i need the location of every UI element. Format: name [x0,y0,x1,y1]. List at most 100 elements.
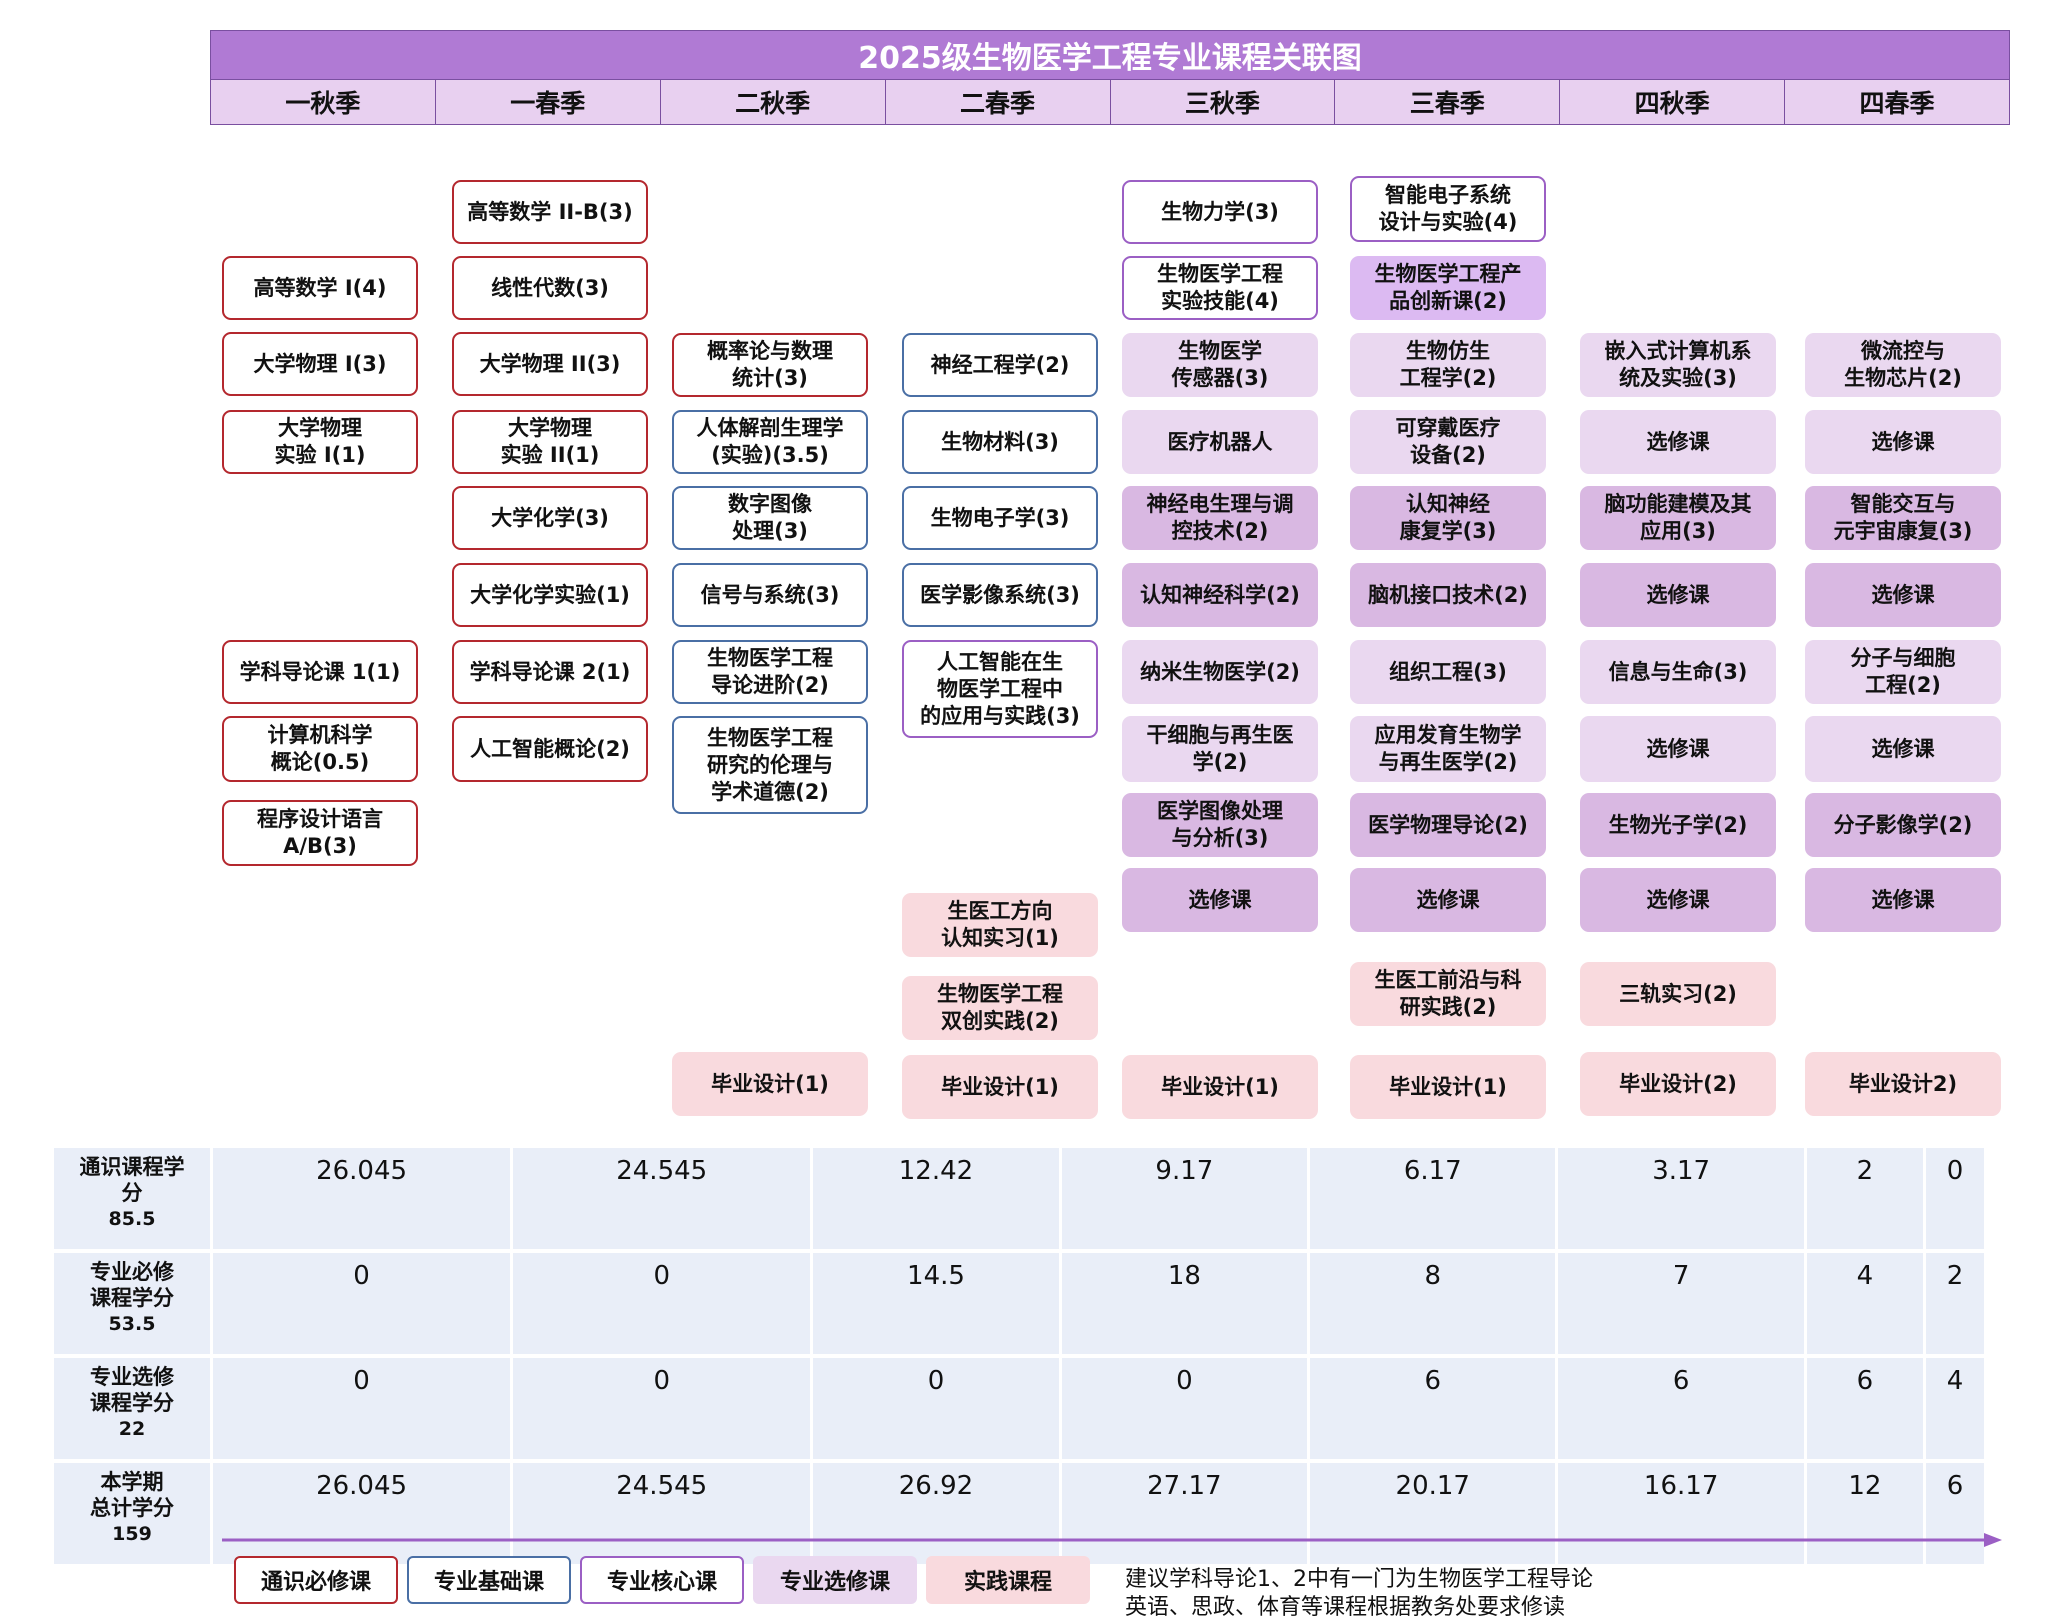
course-box: 生物医学工程 研究的伦理与 学术道德(2) [672,716,868,814]
credit-cell: 0 [1061,1358,1311,1459]
course-box: 生物光子学(2) [1580,793,1776,857]
credit-cell: 6 [1806,1358,1926,1459]
course-box: 智能电子系统 设计与实验(4) [1350,176,1546,242]
course-box: 大学物理 实验 II(1) [452,410,648,474]
course-box: 生物医学工程 双创实践(2) [902,976,1098,1040]
course-box: 毕业设计(1) [672,1052,868,1116]
credit-cell: 7 [1558,1253,1807,1354]
course-box: 人体解剖生理学 (实验)(3.5) [672,410,868,474]
credit-cell: 2 [1806,1148,1926,1249]
course-box: 纳米生物医学(2) [1122,640,1318,704]
row-total: 159 [112,1523,152,1545]
legend-general-required: 通识必修课 [234,1556,398,1604]
credit-cell: 0 [213,1253,514,1354]
course-box: 选修课 [1805,410,2001,474]
row-label: 通识课程学 分 85.5 [54,1148,213,1249]
course-box: 医学影像系统(3) [902,563,1098,627]
credit-cell: 26.045 [213,1148,514,1249]
course-box: 数字图像 处理(3) [672,486,868,550]
course-box: 选修课 [1580,716,1776,782]
row-total: 85.5 [108,1208,156,1230]
course-box: 人工智能概论(2) [452,716,648,782]
course-box: 毕业设计(1) [1350,1055,1546,1119]
course-box: 选修课 [1580,868,1776,932]
credit-cell: 3.17 [1558,1148,1807,1249]
row-label-text: 本学期 总计学分 [90,1470,174,1520]
row-total: 53.5 [108,1313,156,1335]
course-box: 生物医学工程 导论进阶(2) [672,640,868,704]
legend-major-core: 专业核心课 [580,1556,744,1604]
credit-cell: 18 [1061,1253,1311,1354]
row-total: 22 [118,1418,146,1440]
notes: 建议学科导论1、2中有一门为生物医学工程导论 英语、思政、体育等课程根据教务处要… [1125,1566,1593,1622]
course-box: 大学物理 II(3) [452,332,648,396]
course-box: 干细胞与再生医 学(2) [1122,716,1318,782]
course-box: 生物医学 传感器(3) [1122,333,1318,397]
legend-practice: 实践课程 [926,1556,1090,1604]
timeline-arrow [222,1533,2002,1547]
course-box: 毕业设计2) [1805,1052,2001,1116]
course-box: 认知神经科学(2) [1122,563,1318,627]
course-box: 线性代数(3) [452,256,648,320]
credits-table: 通识课程学 分 85.5 26.045 24.545 12.42 9.17 6.1… [54,1144,1984,1568]
course-box: 大学物理 实验 I(1) [222,410,418,474]
course-box: 生物材料(3) [902,410,1098,474]
course-box: 三轨实习(2) [1580,962,1776,1026]
credits-row-required: 专业必修 课程学分 53.5 0 0 14.5 18 8 7 4 2 [54,1253,1984,1354]
note-line: 英语、思政、体育等课程根据教务处要求修读 [1125,1595,1566,1620]
course-box: 大学化学(3) [452,486,648,550]
course-box: 生物仿生 工程学(2) [1350,333,1546,397]
credit-cell: 6.17 [1310,1148,1559,1249]
course-box: 生物医学工程 实验技能(4) [1122,256,1318,320]
legend-major-elective: 专业选修课 [753,1556,917,1604]
course-box: 选修课 [1805,868,2001,932]
course-box: 微流控与 生物芯片(2) [1805,333,2001,397]
course-box: 概率论与数理 统计(3) [672,333,868,397]
credit-cell: 0 [813,1358,1062,1459]
course-box: 学科导论课 2(1) [452,640,648,704]
credit-cell: 2 [1925,1253,1984,1354]
course-box: 大学化学实验(1) [452,563,648,627]
course-box: 毕业设计(1) [1122,1055,1318,1119]
course-box: 选修课 [1805,716,2001,782]
credit-cell: 4 [1925,1358,1984,1459]
course-box: 医学物理导论(2) [1350,793,1546,857]
course-box: 脑机接口技术(2) [1350,563,1546,627]
course-box: 计算机科学 概论(0.5) [222,716,418,782]
credit-cell: 14.5 [813,1253,1062,1354]
legend: 通识必修课 专业基础课 专业核心课 专业选修课 实践课程 [234,1556,1090,1604]
row-label: 本学期 总计学分 159 [54,1463,213,1564]
course-box: 毕业设计(1) [902,1055,1098,1119]
course-box: 高等数学 I(4) [222,256,418,320]
row-label-text: 专业选修 课程学分 [90,1365,174,1415]
credit-cell: 0 [513,1253,814,1354]
credits-row-general: 通识课程学 分 85.5 26.045 24.545 12.42 9.17 6.1… [54,1148,1984,1249]
course-box: 医疗机器人 [1122,410,1318,474]
course-box: 嵌入式计算机系 统及实验(3) [1580,333,1776,397]
course-box: 生医工方向 认知实习(1) [902,893,1098,957]
course-box: 生物力学(3) [1122,180,1318,244]
course-box: 选修课 [1350,868,1546,932]
credit-cell: 9.17 [1061,1148,1311,1249]
credit-cell: 12.42 [813,1148,1062,1249]
row-label-text: 通识课程学 分 [79,1155,185,1205]
credit-cell: 0 [213,1358,514,1459]
row-label: 专业选修 课程学分 22 [54,1358,213,1459]
course-box: 选修课 [1805,563,2001,627]
course-box: 毕业设计(2) [1580,1052,1776,1116]
course-box: 生物电子学(3) [902,486,1098,550]
course-box: 程序设计语言 A/B(3) [222,800,418,866]
course-box: 大学物理 I(3) [222,332,418,396]
course-box: 高等数学 II-B(3) [452,180,648,244]
course-box: 智能交互与 元宇宙康复(3) [1805,486,2001,550]
credit-cell: 24.545 [513,1148,814,1249]
row-label: 专业必修 课程学分 53.5 [54,1253,213,1354]
course-grid: 高等数学 I(4) 大学物理 I(3) 大学物理 实验 I(1) 学科导论课 1(1)… [0,0,2048,1130]
course-box: 人工智能在生 物医学工程中 的应用与实践(3) [902,640,1098,738]
row-label-text: 专业必修 课程学分 [90,1260,174,1310]
credit-cell: 6 [1558,1358,1807,1459]
course-box: 认知神经 康复学(3) [1350,486,1546,550]
course-box: 选修课 [1580,563,1776,627]
credit-cell: 0 [513,1358,814,1459]
course-box: 脑功能建模及其 应用(3) [1580,486,1776,550]
